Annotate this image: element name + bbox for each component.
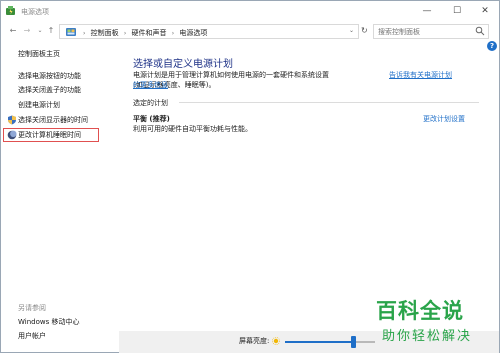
watermark-title: 百科全说 [376,299,464,323]
breadcrumb-item-control-panel[interactable]: 控制面板 [91,29,119,37]
back-icon[interactable]: ← [7,25,19,37]
sidebar-item-lid-close[interactable]: 选择关闭盖子的功能 [18,85,81,95]
address-bar: ← → ⌄ ↑ › 控制面板 › 硬件和声音 › 电源选项 ⌄ ↻ [1,23,499,41]
breadcrumb-separator-icon: › [171,30,175,37]
main-content: 选择或自定义电源计划 电源计划是用于管理计算机如何使用电源的一套硬件和系统设置(… [119,41,499,331]
address-dropdown-icon[interactable]: ⌄ [349,27,354,34]
brightness-low-icon [272,337,280,345]
plan-name-balanced[interactable]: 平衡 (推荐) [133,114,170,124]
divider [179,102,479,103]
sidebar-item-mobility-center[interactable]: Windows 移动中心 [18,317,79,327]
selected-plan-heading: 选定的计划 [133,99,168,107]
search-input[interactable] [374,25,472,38]
watermark-logo: 百科全说 助你轻松解决 [376,295,491,351]
page-title: 选择或自定义电源计划 [133,59,233,70]
maximize-button[interactable]: ☐ [443,1,471,21]
close-button[interactable]: ✕ [471,1,499,21]
power-options-icon [6,6,15,15]
brightness-slider[interactable] [285,336,375,348]
power-plans-info-link[interactable]: 告诉我有关电源计划 [389,70,481,80]
control-panel-icon [66,28,76,36]
power-plans-info-link-continued[interactable]: 的更多信息 [133,80,168,90]
brightness-label: 屏幕亮度: [239,337,270,345]
moon-icon [7,130,17,140]
sidebar-item-user-accounts[interactable]: 用户帐户 [18,331,46,341]
change-plan-settings-link[interactable]: 更改计划设置 [423,114,465,124]
breadcrumb-path: › 控制面板 › 硬件和声音 › 电源选项 [80,28,207,38]
minimize-button[interactable]: — [413,1,441,21]
shield-icon [8,115,16,125]
sidebar-item-sleep-time[interactable]: 更改计算机睡眠时间 [18,130,81,140]
forward-icon[interactable]: → [21,25,33,37]
title-bar: 电源选项 — ☐ ✕ [1,1,499,23]
breadcrumb-separator-icon: › [83,30,86,37]
maximize-icon: ☐ [452,6,462,16]
watermark-subtitle: 助你轻松解决 [382,329,473,344]
sidebar: 控制面板主页 选择电源按钮的功能 选择关闭盖子的功能 创建电源计划 选择关闭显示… [1,41,119,340]
search-box[interactable] [373,24,489,39]
close-icon: ✕ [481,6,489,16]
breadcrumb-item-power-options[interactable]: 电源选项 [179,29,207,37]
minimize-icon: — [422,6,432,16]
breadcrumb[interactable]: › 控制面板 › 硬件和声音 › 电源选项 ⌄ [59,24,359,39]
search-icon[interactable] [475,26,485,36]
brightness-slider-thumb[interactable] [351,336,356,348]
breadcrumb-separator-icon: › [123,30,127,37]
window-title: 电源选项 [21,8,49,16]
plan-description: 利用可用的硬件自动平衡功耗与性能。 [133,125,252,133]
refresh-icon[interactable]: ↻ [361,26,368,35]
sidebar-item-display-off[interactable]: 选择关闭显示器的时间 [18,115,88,125]
see-also-heading: 另请参阅 [18,304,46,312]
up-arrow-icon[interactable]: ↑ [45,25,57,37]
breadcrumb-item-hardware-sound[interactable]: 硬件和声音 [132,29,167,37]
brightness-slider-fill [285,341,353,343]
sidebar-item-create-plan[interactable]: 创建电源计划 [18,100,60,110]
power-options-window: 电源选项 — ☐ ✕ ← → ⌄ ↑ › 控制面板 › 硬件和声音 › 电源选项… [0,0,500,353]
sidebar-item-home[interactable]: 控制面板主页 [18,49,60,59]
sidebar-item-power-button[interactable]: 选择电源按钮的功能 [18,71,81,81]
